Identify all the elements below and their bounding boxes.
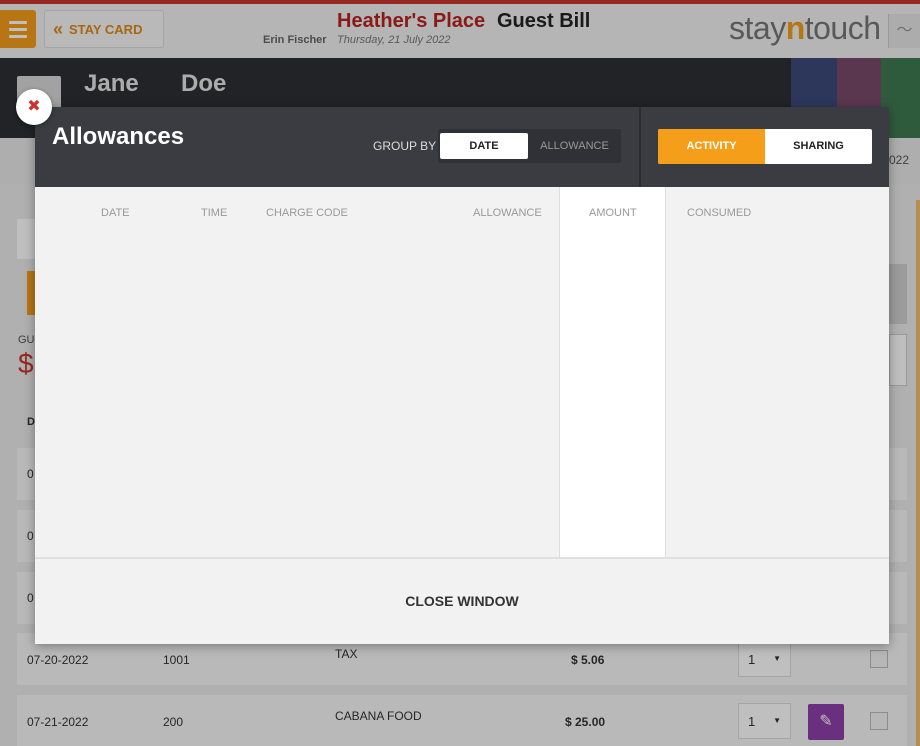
close-icon[interactable]: ✖ (16, 89, 52, 125)
group-by-date-option[interactable]: DATE (440, 133, 528, 159)
group-by-label: GROUP BY (373, 139, 437, 153)
column-header-charge-code: CHARGE CODE (266, 207, 348, 219)
allowances-table (35, 187, 889, 557)
group-by-allowance-option[interactable]: ALLOWANCE (530, 133, 619, 159)
column-header-allowance: ALLOWANCE (473, 207, 542, 219)
view-toggle: ACTIVITY SHARING (658, 129, 872, 164)
amount-column (559, 187, 666, 557)
allowances-modal: Allowances GROUP BY DATE ALLOWANCE ACTIV… (35, 107, 889, 644)
header-divider (639, 107, 641, 187)
column-header-amount: AMOUNT (589, 207, 637, 219)
column-header-date: DATE (101, 207, 130, 219)
group-by-selector: DATE ALLOWANCE (438, 129, 621, 163)
column-header-time: TIME (201, 207, 228, 219)
close-window-button[interactable]: CLOSE WINDOW (35, 593, 889, 609)
modal-title: Allowances (52, 123, 185, 150)
sharing-tab[interactable]: SHARING (765, 129, 872, 164)
activity-tab[interactable]: ACTIVITY (658, 129, 765, 164)
column-header-consumed: CONSUMED (687, 207, 752, 219)
